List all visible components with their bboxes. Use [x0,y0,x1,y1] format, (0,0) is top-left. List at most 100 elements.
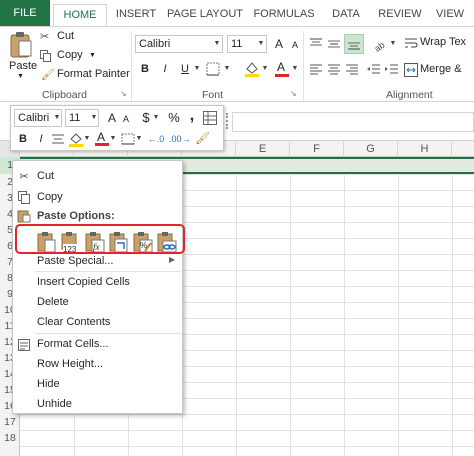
svg-text:ab: ab [373,40,387,52]
dialog-launcher-icon[interactable]: ↘ [290,89,297,98]
font-color-icon[interactable]: A [274,60,290,78]
menu-item-copy[interactable]: Copy [37,191,63,203]
middle-align-icon[interactable] [326,36,342,52]
grid-line [236,157,237,456]
decrease-decimal-button[interactable]: .00→ [169,130,191,148]
chevron-down-icon[interactable]: ▼ [192,60,202,78]
group-divider [303,31,304,101]
menu-item-cut[interactable]: Cut [37,170,54,182]
merge-center-icon [404,63,418,77]
tab-formulas[interactable]: FORMULAS [252,4,316,26]
increase-decimal-button[interactable]: ←.0 [147,130,165,148]
column-header-g[interactable]: G [344,141,398,157]
column-header-f[interactable]: F [290,141,344,157]
column-header-e[interactable]: E [236,141,290,157]
scissors-icon: ✂ [19,171,29,183]
tab-file[interactable]: FILE [0,0,50,26]
top-align-icon[interactable] [308,36,324,52]
copy-icon [40,50,52,62]
chevron-down-icon[interactable]: ▼ [52,109,62,127]
tab-insert[interactable]: INSERT [112,4,160,26]
chevron-down-icon[interactable]: ▼ [388,35,398,53]
chevron-down-icon[interactable]: ▼ [222,60,232,78]
tab-data[interactable]: DATA [326,4,366,26]
percent-button[interactable]: % [165,109,183,127]
copy-button[interactable]: Copy [57,49,83,61]
row-header[interactable]: 17 [0,414,20,430]
ribbon: Paste ▼ ✂ Cut Copy ▼ 🖌 Format Painter Cl… [0,26,474,102]
menu-item-delete[interactable]: Delete [37,296,69,308]
chevron-down-icon[interactable]: ▼ [17,73,24,80]
menu-separator [35,271,181,272]
tab-page-layout[interactable]: PAGE LAYOUT [166,4,244,26]
svg-text:A: A [97,130,105,144]
menu-item-format-cells[interactable]: Format Cells... [37,338,109,350]
mini-toolbar: Calibri ▼ 11 ▼ A A $ ▼ % , B I ▼ A ▼ ▼ ←… [10,105,224,151]
column-header-h[interactable]: H [398,141,452,157]
chevron-down-icon[interactable]: ▼ [212,35,222,53]
decrease-indent-icon[interactable] [366,62,382,78]
chevron-down-icon[interactable]: ▼ [82,130,92,148]
chevron-down-icon[interactable]: ▼ [256,35,266,53]
menu-item-clear-contents[interactable]: Clear Contents [37,316,110,328]
menu-item-paste-special[interactable]: Paste Special... [37,255,113,267]
comma-style-button[interactable]: , [183,107,201,125]
chevron-down-icon[interactable]: ▼ [108,130,118,148]
chevron-down-icon[interactable]: ▼ [260,60,270,78]
format-painter-button[interactable]: Format Painter [57,68,130,80]
menu-item-unhide[interactable]: Unhide [37,398,72,410]
formula-bar-handle[interactable] [226,113,228,129]
tab-home[interactable]: HOME [53,4,107,26]
paste-button[interactable]: Paste [9,60,37,72]
bold-button[interactable]: B [14,130,32,148]
formula-input[interactable] [232,112,474,132]
fill-color-icon[interactable] [69,131,83,147]
menu-item-insert-copied-cells[interactable]: Insert Copied Cells [37,276,130,288]
grid-line [452,157,453,456]
row-header[interactable]: 18 [0,430,20,446]
font-group-label: Font [202,89,224,101]
chevron-down-icon[interactable]: ▼ [89,109,99,127]
chevron-down-icon[interactable]: ▼ [134,130,144,148]
menu-item-row-height[interactable]: Row Height... [37,358,103,370]
bottom-align-icon[interactable] [344,34,364,54]
tab-review[interactable]: REVIEW [376,4,424,26]
paste-options-heading: Paste Options: [37,210,115,222]
italic-button[interactable]: I [32,130,50,148]
cut-button[interactable]: Cut [57,30,74,42]
bold-button[interactable]: B [136,60,154,78]
ribbon-tab-bar: FILE HOME INSERT PAGE LAYOUT FORMULAS DA… [0,0,474,26]
grid-line [398,157,399,456]
paste-icon[interactable] [8,31,34,59]
shrink-font-button[interactable]: A [286,36,304,54]
font-name-input[interactable]: Calibri [135,35,223,53]
copy-icon [17,190,31,204]
italic-button[interactable]: I [156,60,174,78]
align-left-icon[interactable] [308,62,324,78]
format-painter-icon[interactable]: 🖌 [195,131,210,145]
align-center-icon[interactable] [51,133,65,145]
increase-indent-icon[interactable] [384,62,400,78]
svg-text:A: A [277,60,285,74]
shrink-font-button[interactable]: A [117,110,135,128]
grid-line [20,430,474,431]
chevron-down-icon[interactable]: ▼ [89,52,96,59]
format-cells-icon [17,338,31,352]
format-table-icon[interactable] [203,111,217,125]
fill-color-icon[interactable] [244,60,260,78]
tab-view[interactable]: VIEW [432,4,468,26]
align-center-icon[interactable] [326,62,342,78]
merge-center-button[interactable]: Merge & [420,63,462,75]
chevron-down-icon[interactable]: ▼ [151,109,161,127]
menu-item-hide[interactable]: Hide [37,378,60,390]
font-color-icon[interactable]: A [95,130,109,147]
align-right-icon[interactable] [344,62,360,78]
format-painter-icon: 🖌 [41,69,55,81]
menu-separator [35,333,181,334]
chevron-down-icon[interactable]: ▼ [290,60,300,78]
dialog-launcher-icon[interactable]: ↘ [120,89,127,98]
borders-icon[interactable] [206,62,220,76]
grid-line [20,446,474,447]
borders-icon[interactable] [121,133,135,145]
wrap-text-button[interactable]: Wrap Tex [420,36,466,48]
